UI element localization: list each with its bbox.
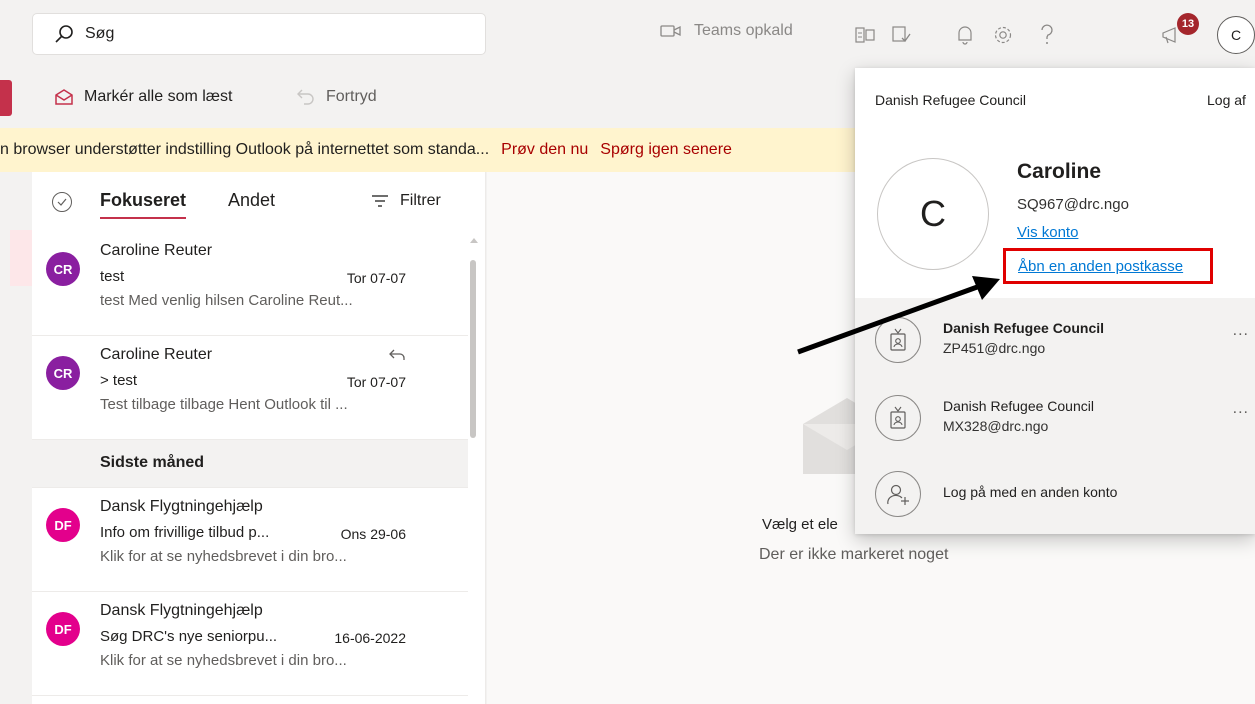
empty-state-title: Vælg et ele [762,516,838,533]
envelope-open-icon [54,88,74,106]
message-subject: Søg DRC's nye seniorpu... [100,628,278,645]
filter-button[interactable]: Filtrer [372,192,441,210]
other-accounts-section: Danish Refugee Council ZP451@drc.ngo ...… [855,298,1255,534]
gear-icon[interactable] [990,22,1016,48]
message-preview: Test tilbage tilbage Hent Outlook til ..… [100,396,348,413]
message-preview: Klik for at se nyhedsbrevet i din bro... [100,652,347,669]
video-camera-icon [660,24,682,38]
sign-in-other-account-button[interactable]: Log på med en anden konto [855,458,1255,530]
help-icon[interactable] [1034,22,1060,48]
message-item[interactable]: CR Caroline Reuter > test Tor 07-07 Test… [32,336,468,440]
section-header-last-month: Sidste måned [32,440,468,488]
message-item[interactable]: DF Dansk Flygtningehjælp Info om frivill… [32,488,468,592]
banner-ask-later-link[interactable]: Spørg igen senere [600,141,732,159]
teams-call-button[interactable]: Teams opkald [660,22,793,40]
list-tabs: Fokuseret Andet Filtrer [32,172,486,232]
section-header-label: Sidste måned [100,454,205,471]
badge-icon [875,317,921,363]
sender-avatar: DF [46,612,80,646]
select-all-checkbox[interactable] [52,192,72,212]
message-date: Tor 07-07 [346,270,406,286]
account-avatar-button[interactable]: C [1217,16,1255,54]
undo-button[interactable]: Fortryd [296,88,377,106]
account-name: Danish Refugee Council [943,398,1094,414]
message-item[interactable]: CR Caroline Reuter test Tor 07-07 test M… [32,232,468,336]
top-bar: Søg Teams opkald 13 C [0,0,1255,68]
reply-icon [388,348,406,366]
mark-all-read-button[interactable]: Markér alle som læst [54,88,232,106]
more-options-icon[interactable]: ... [1233,400,1249,418]
add-person-icon [875,471,921,517]
message-date: Tor 07-07 [346,374,406,390]
mark-all-read-label: Markér alle som læst [84,88,233,105]
message-sender: Caroline Reuter [100,346,213,363]
list-scrollbar[interactable] [468,232,480,704]
message-item[interactable]: DF Dansk Flygtningehjælp Søg DRC's nye s… [32,592,468,696]
account-manager-popup: Danish Refugee Council Log af C Caroline… [855,68,1255,534]
organization-name: Danish Refugee Council [875,92,1026,108]
selected-folder-indicator [10,230,32,286]
message-sender: Dansk Flygtningehjælp [100,602,263,619]
scroll-thumb[interactable] [470,260,476,438]
profile-name: Caroline [1017,160,1102,183]
tab-other[interactable]: Andet [228,190,275,211]
search-icon [53,23,75,45]
account-item[interactable]: Danish Refugee Council ZP451@drc.ngo ... [855,304,1255,376]
account-item[interactable]: Danish Refugee Council MX328@drc.ngo ... [855,382,1255,454]
sign-in-other-label: Log på med en anden konto [943,484,1118,500]
bell-icon[interactable] [952,22,978,48]
filter-icon [372,195,388,207]
message-subject: Info om frivillige tilbud p... [100,524,270,541]
sign-out-link[interactable]: Log af [1207,92,1255,108]
folder-pane-collapsed [0,172,32,704]
message-list: Fokuseret Andet Filtrer CR Caroline Reut… [32,172,486,704]
notification-badge: 13 [1177,13,1199,35]
message-date: 16-06-2022 [334,630,406,646]
undo-icon [296,88,316,106]
profile-email: SQ967@drc.ngo [1017,196,1129,213]
message-subject: test [100,268,125,285]
badge-icon [875,395,921,441]
message-preview: test Med venlig hilsen Caroline Reut... [100,292,353,309]
undo-label: Fortryd [326,88,377,105]
search-input[interactable]: Søg [85,25,114,43]
filter-label: Filtrer [400,192,441,209]
message-date: Ons 29-06 [340,526,406,542]
teams-call-label: Teams opkald [694,22,793,39]
account-email: MX328@drc.ngo [943,418,1049,434]
message-subject: > test [100,372,138,389]
account-name: Danish Refugee Council [943,320,1105,336]
new-mail-button[interactable] [0,80,12,116]
office-apps-icon[interactable] [852,22,878,48]
more-options-icon[interactable]: ... [1233,322,1249,340]
open-other-mailbox-link[interactable]: Åbn en anden postkasse [1003,248,1213,284]
scroll-up-arrow-icon[interactable] [470,238,478,243]
search-box[interactable]: Søg [32,13,486,55]
banner-message: n browser understøtter indstilling Outlo… [0,141,490,158]
sender-avatar: CR [46,252,80,286]
message-sender: Dansk Flygtningehjælp [100,498,263,515]
sender-avatar: CR [46,356,80,390]
sender-avatar: DF [46,508,80,542]
banner-try-now-link[interactable]: Prøv den nu [501,141,588,159]
tab-focused[interactable]: Fokuseret [100,190,187,219]
message-sender: Caroline Reuter [100,242,213,259]
empty-state-subtitle: Der er ikke markeret noget [759,546,949,563]
account-email: ZP451@drc.ngo [943,340,1046,356]
view-account-link[interactable]: Vis konto [1017,224,1078,241]
message-preview: Klik for at se nyhedsbrevet i din bro... [100,548,347,565]
todo-icon[interactable] [888,22,914,48]
profile-avatar: C [877,158,989,270]
